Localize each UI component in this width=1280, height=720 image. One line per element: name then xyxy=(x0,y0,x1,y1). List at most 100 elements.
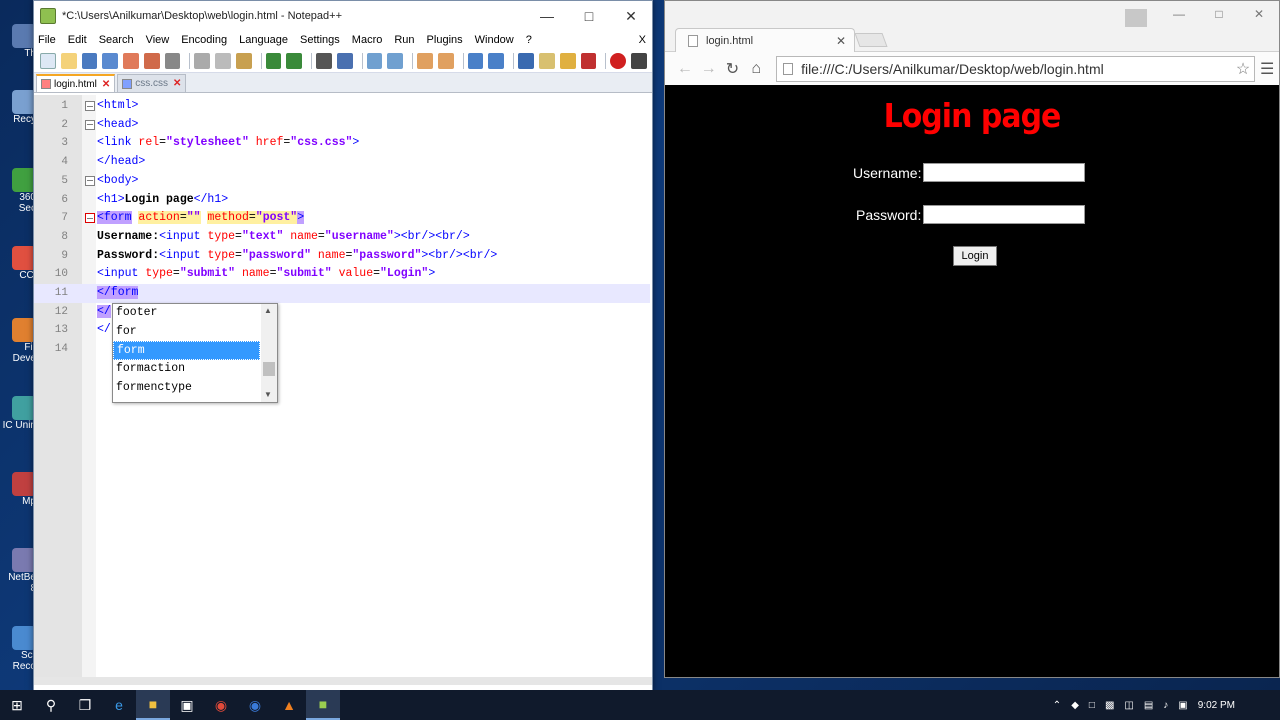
open-file-icon[interactable] xyxy=(60,52,77,69)
tab-close-icon[interactable]: ✕ xyxy=(173,78,181,89)
function-list-icon[interactable] xyxy=(580,52,597,69)
autocomplete-item[interactable]: formenctype xyxy=(113,379,260,398)
menu-close-doc[interactable]: X xyxy=(639,34,646,46)
redo-icon[interactable] xyxy=(286,52,303,69)
save-all-icon[interactable] xyxy=(102,52,119,69)
username-input[interactable] xyxy=(923,163,1086,182)
find-icon[interactable] xyxy=(316,52,332,69)
menu-edit[interactable]: Edit xyxy=(68,34,87,46)
sync-h-icon[interactable] xyxy=(437,52,454,69)
scroll-up-icon[interactable]: ▲ xyxy=(264,306,272,315)
desktop-icon[interactable]: Scr Reco xyxy=(0,626,36,672)
notepadpp-taskbar-icon[interactable]: ■ xyxy=(306,690,340,720)
desktop-icon[interactable]: Fir Deve xyxy=(0,318,36,364)
print-icon[interactable] xyxy=(164,52,181,69)
fold-marker-icon[interactable] xyxy=(85,119,95,130)
replace-icon[interactable] xyxy=(336,52,353,69)
show-desktop-button[interactable] xyxy=(1245,690,1275,720)
minimize-icon[interactable]: — xyxy=(1159,7,1199,21)
close-all-icon[interactable] xyxy=(143,52,160,69)
sync-v-icon[interactable] xyxy=(417,52,433,69)
minimize-icon[interactable]: — xyxy=(526,1,568,31)
close-icon[interactable]: ✕ xyxy=(1239,7,1279,21)
new-tab-button[interactable] xyxy=(854,33,888,47)
desktop-icon[interactable]: Th xyxy=(0,24,36,59)
login-submit-button[interactable]: Login xyxy=(953,246,997,266)
tray-monitor-icon[interactable]: ▩ xyxy=(1105,700,1114,711)
search-icon[interactable]: ⚲ xyxy=(34,690,68,720)
menu-language[interactable]: Language xyxy=(239,34,288,46)
desktop-icon[interactable]: Recy xyxy=(0,90,36,125)
paste-icon[interactable] xyxy=(235,52,252,69)
maximize-icon[interactable]: □ xyxy=(568,1,610,31)
store-icon[interactable]: ▣ xyxy=(170,690,204,720)
code-editor[interactable]: 1 <html> 2 <head> 3 <link rel="styleshee… xyxy=(34,95,652,685)
maximize-icon[interactable]: □ xyxy=(1199,7,1239,21)
page-info-icon[interactable] xyxy=(783,62,794,75)
address-bar[interactable]: file:///C:/Users/Anilkumar/Desktop/web/l… xyxy=(776,55,1256,82)
cut-icon[interactable] xyxy=(194,52,211,69)
volume-icon[interactable]: ♪ xyxy=(1163,700,1168,711)
start-icon[interactable]: ⊞ xyxy=(0,690,34,720)
action-center-icon[interactable]: ▣ xyxy=(1178,700,1187,711)
desktop-icon[interactable]: IC Unin xyxy=(0,396,36,431)
autocomplete-item[interactable]: formaction xyxy=(113,360,260,379)
autocomplete-list[interactable]: footer for form formaction formenctype ▲… xyxy=(112,303,278,403)
fold-marker-icon[interactable] xyxy=(85,101,95,111)
app-icon[interactable]: ◉ xyxy=(238,690,272,720)
menu-help[interactable]: ? xyxy=(526,34,532,46)
tab-css-css[interactable]: css.css ✕ xyxy=(117,74,187,92)
menu-window[interactable]: Window xyxy=(475,34,514,46)
file-explorer-icon[interactable]: ■ xyxy=(136,690,170,720)
tray-chat-icon[interactable]: ◫ xyxy=(1124,700,1133,711)
menu-macro[interactable]: Macro xyxy=(352,34,383,46)
desktop-icon[interactable]: Mp xyxy=(0,472,36,507)
autocomplete-scrollbar[interactable]: ▲ ▼ xyxy=(261,304,277,402)
zoom-in-icon[interactable] xyxy=(366,52,383,69)
home-icon[interactable]: ⌂ xyxy=(744,60,768,78)
fold-marker-icon[interactable] xyxy=(85,175,95,186)
autocomplete-item[interactable]: footer xyxy=(113,304,260,323)
task-view-icon[interactable]: ❐ xyxy=(68,690,102,720)
clock[interactable]: 9:02 PM xyxy=(1198,700,1235,711)
zoom-out-icon[interactable] xyxy=(387,52,404,69)
scroll-thumb[interactable] xyxy=(263,362,275,376)
menu-run[interactable]: Run xyxy=(394,34,414,46)
tab-close-icon[interactable]: ✕ xyxy=(836,34,846,48)
tray-network-icon[interactable]: □ xyxy=(1089,700,1095,711)
stop-macro-icon[interactable] xyxy=(631,52,647,69)
profile-icon[interactable] xyxy=(1125,9,1147,27)
reload-icon[interactable]: ↻ xyxy=(721,59,745,79)
browser-tab[interactable]: login.html ✕ xyxy=(675,28,855,52)
close-icon[interactable]: ✕ xyxy=(610,1,652,31)
tray-network-icon[interactable]: ▤ xyxy=(1144,700,1153,711)
record-macro-icon[interactable] xyxy=(610,52,627,69)
menu-encoding[interactable]: Encoding xyxy=(181,34,227,46)
doc-map-icon[interactable] xyxy=(559,52,576,69)
menu-file[interactable]: File xyxy=(38,34,56,46)
desktop-icon[interactable]: 360 Sec xyxy=(0,168,36,214)
new-file-icon[interactable] xyxy=(40,52,56,69)
desktop-icon[interactable]: CCl xyxy=(0,246,36,281)
chrome-menu-icon[interactable]: ☰ xyxy=(1255,59,1279,79)
show-all-chars-icon[interactable] xyxy=(488,52,505,69)
tray-app-icon[interactable]: ◆ xyxy=(1071,700,1079,711)
desktop-icon[interactable]: NetBe 8 xyxy=(0,548,36,594)
user-lang-icon[interactable] xyxy=(539,52,555,69)
tab-login-html[interactable]: login.html ✕ xyxy=(36,74,116,92)
menu-view[interactable]: View xyxy=(146,34,170,46)
scroll-down-icon[interactable]: ▼ xyxy=(264,390,272,399)
horizontal-scrollbar[interactable] xyxy=(34,677,652,685)
menu-search[interactable]: Search xyxy=(99,34,134,46)
close-file-icon[interactable] xyxy=(123,52,139,69)
save-icon[interactable] xyxy=(81,52,98,69)
copy-icon[interactable] xyxy=(215,52,231,69)
menu-settings[interactable]: Settings xyxy=(300,34,340,46)
indent-guide-icon[interactable] xyxy=(518,52,534,69)
word-wrap-icon[interactable] xyxy=(467,52,484,69)
fold-marker-icon[interactable] xyxy=(85,213,95,224)
tray-chevron-icon[interactable]: ⌃ xyxy=(1053,700,1061,711)
vlc-icon[interactable]: ▲ xyxy=(272,690,306,720)
chrome-icon[interactable]: ◉ xyxy=(204,690,238,720)
autocomplete-item-selected[interactable]: form xyxy=(113,341,260,361)
